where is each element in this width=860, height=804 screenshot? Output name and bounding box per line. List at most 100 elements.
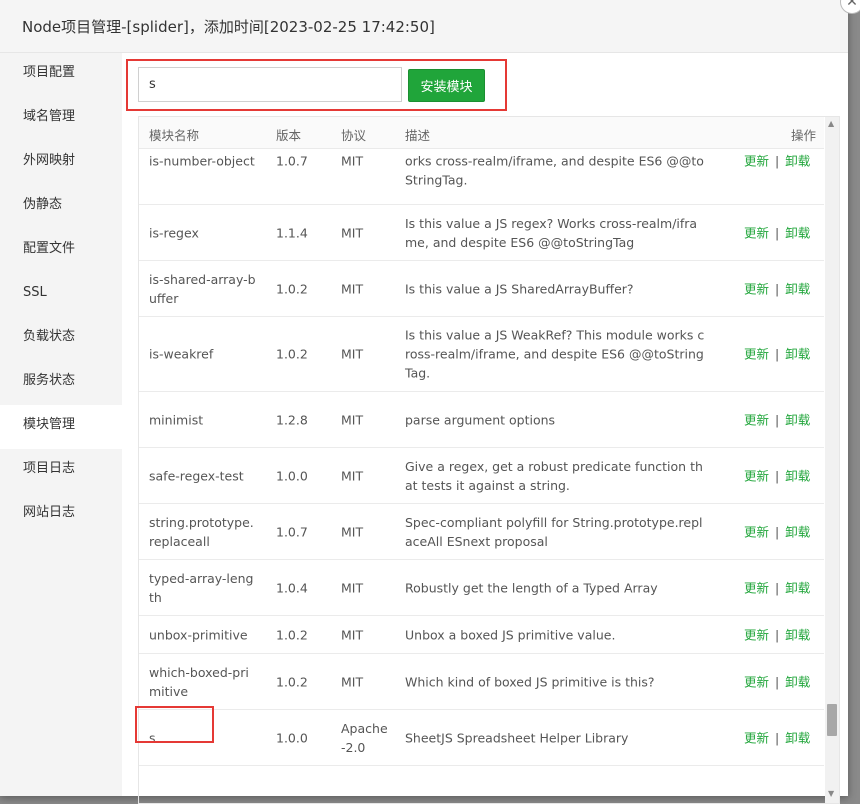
sidebar-item-load-status[interactable]: 负载状态 xyxy=(0,317,122,361)
uninstall-link[interactable]: 卸载 xyxy=(785,468,810,483)
uninstall-link[interactable]: 卸载 xyxy=(785,627,810,642)
module-operations: 更新 | 卸载 xyxy=(744,522,810,541)
update-link[interactable]: 更新 xyxy=(744,730,769,745)
module-operations: 更新 | 卸载 xyxy=(744,223,810,242)
ops-separator: | xyxy=(775,346,780,362)
update-link[interactable]: 更新 xyxy=(744,674,769,689)
update-link[interactable]: 更新 xyxy=(744,281,769,296)
uninstall-link[interactable]: 卸载 xyxy=(785,674,810,689)
table-row: s 1.0.0 Apache-2.0 SheetJS Spreadsheet Help… xyxy=(139,710,824,766)
module-version: 1.0.0 xyxy=(276,730,308,745)
module-license: Apache-2.0 xyxy=(341,720,388,755)
scroll-down-arrow-icon[interactable]: ▼ xyxy=(828,789,834,798)
table-header: 模块名称 版本 协议 描述 操作 xyxy=(139,117,824,149)
install-module-button[interactable]: 安装模块 xyxy=(408,69,485,102)
module-description: Unbox a boxed JS primitive value. xyxy=(405,627,616,642)
ops-separator: | xyxy=(775,412,780,427)
installed-module-highlight-box xyxy=(135,706,214,743)
column-header-license: 协议 xyxy=(341,128,367,143)
table-row: minimist 1.2.8 MIT parse argument options 更新… xyxy=(139,392,824,448)
table-scrollbar[interactable]: ▲ ▼ xyxy=(825,117,839,803)
table-row: safe-regex-test 1.0.0 MIT Give a regex, get… xyxy=(139,448,824,504)
sidebar-item-domain-management[interactable]: 域名管理 xyxy=(0,97,122,141)
module-description: Is this value a JS regex? Works cross-re… xyxy=(405,215,698,250)
uninstall-link[interactable]: 卸载 xyxy=(785,580,810,595)
column-header-description: 描述 xyxy=(405,128,431,143)
uninstall-link[interactable]: 卸载 xyxy=(785,347,810,362)
module-operations: 更新 | 卸载 xyxy=(744,345,810,364)
ops-separator: | xyxy=(775,730,780,745)
sidebar-item-external-mapping[interactable]: 外网映射 xyxy=(0,141,122,185)
update-link[interactable]: 更新 xyxy=(744,580,769,595)
module-search-input[interactable] xyxy=(138,67,402,102)
sidebar-item-project-config[interactable]: 项目配置 xyxy=(0,53,122,97)
ops-separator: | xyxy=(775,627,780,642)
update-link[interactable]: 更新 xyxy=(744,627,769,642)
table-row: which-boxed-primitive 1.0.2 MIT Which kind … xyxy=(139,654,824,710)
module-operations: 更新 | 卸载 xyxy=(744,466,810,485)
module-license: MIT xyxy=(341,468,364,483)
module-name: is-regex xyxy=(149,225,199,240)
close-glyph: ✕ xyxy=(846,0,858,10)
ops-separator: | xyxy=(775,580,780,595)
module-operations: 更新 | 卸载 xyxy=(744,279,810,298)
module-name: minimist xyxy=(149,412,204,427)
update-link[interactable]: 更新 xyxy=(744,468,769,483)
module-version: 1.0.4 xyxy=(276,580,308,595)
ops-separator: | xyxy=(775,225,780,240)
module-name: safe-regex-test xyxy=(149,468,244,483)
update-link[interactable]: 更新 xyxy=(744,153,769,168)
table-row: unbox-primitive 1.0.2 MIT Unbox a boxed JS … xyxy=(139,616,824,654)
scrollbar-thumb[interactable] xyxy=(827,704,837,736)
column-header-version: 版本 xyxy=(276,128,302,143)
table-rows: is-number-object 1.0.7 MIT Is this value a … xyxy=(139,149,824,766)
table-row: is-number-object 1.0.7 MIT Is this value a … xyxy=(139,149,824,205)
uninstall-link[interactable]: 卸载 xyxy=(785,730,810,745)
module-operations: 更新 | 卸载 xyxy=(744,728,810,747)
uninstall-link[interactable]: 卸载 xyxy=(785,281,810,296)
sidebar-item-module-management[interactable]: 模块管理 xyxy=(0,405,122,449)
node-project-dialog: Node项目管理-[splider]，添加时间[2023-02-25 17:42… xyxy=(0,0,848,804)
sidebar-item-rewrite[interactable]: 伪静态 xyxy=(0,185,122,229)
sidebar-item-project-log[interactable]: 项目日志 xyxy=(0,449,122,493)
uninstall-link[interactable]: 卸载 xyxy=(785,225,810,240)
module-description: Spec-compliant polyfill for String.proto… xyxy=(405,514,703,549)
ops-separator: | xyxy=(775,674,780,689)
module-operations: 更新 | 卸载 xyxy=(744,151,810,170)
module-version: 1.0.2 xyxy=(276,281,308,296)
update-link[interactable]: 更新 xyxy=(744,225,769,240)
module-license: MIT xyxy=(341,524,364,539)
uninstall-link[interactable]: 卸载 xyxy=(785,524,810,539)
module-license: MIT xyxy=(341,346,364,362)
module-license: MIT xyxy=(341,627,364,642)
uninstall-link[interactable]: 卸载 xyxy=(785,153,810,168)
module-version: 1.0.7 xyxy=(276,524,308,539)
module-version: 1.0.0 xyxy=(276,468,308,483)
table-body[interactable]: is-number-object 1.0.7 MIT Is this value a … xyxy=(139,149,824,803)
sidebar-item-ssl[interactable]: SSL xyxy=(0,273,122,317)
table-row: string.prototype.replaceall 1.0.7 MIT Spec-… xyxy=(139,504,824,560)
module-description: Give a regex, get a robust predicate fun… xyxy=(405,458,703,493)
module-description: parse argument options xyxy=(405,412,556,427)
update-link[interactable]: 更新 xyxy=(744,412,769,427)
sidebar: 项目配置 域名管理 外网映射 伪静态 配置文件 SSL 负载状态 服务状态 模块… xyxy=(0,53,122,796)
update-link[interactable]: 更新 xyxy=(744,524,769,539)
scroll-up-arrow-icon[interactable]: ▲ xyxy=(828,119,834,128)
sidebar-item-site-log[interactable]: 网站日志 xyxy=(0,493,122,537)
module-description: Is this value a JS Number object? This m… xyxy=(405,153,704,187)
sidebar-item-config-file[interactable]: 配置文件 xyxy=(0,229,122,273)
module-version: 1.0.2 xyxy=(276,346,308,362)
module-table: 模块名称 版本 协议 描述 操作 is-number-object 1.0.7 MI… xyxy=(138,116,840,804)
ops-separator: | xyxy=(775,524,780,539)
module-name: which-boxed-primitive xyxy=(149,664,249,699)
table-row: typed-array-length 1.0.4 MIT Robustly get t… xyxy=(139,560,824,616)
module-description: Is this value a JS SharedArrayBuffer? xyxy=(405,281,634,296)
sidebar-item-service-status[interactable]: 服务状态 xyxy=(0,361,122,405)
update-link[interactable]: 更新 xyxy=(744,347,769,362)
uninstall-link[interactable]: 卸载 xyxy=(785,412,810,427)
module-version: 1.2.8 xyxy=(276,412,308,427)
module-management-panel: 安装模块 模块名称 版本 协议 描述 操作 is-number-object 1.… xyxy=(122,53,848,804)
module-name: typed-array-length xyxy=(149,570,254,605)
module-name: is-weakref xyxy=(149,346,214,362)
ops-separator: | xyxy=(775,468,780,483)
